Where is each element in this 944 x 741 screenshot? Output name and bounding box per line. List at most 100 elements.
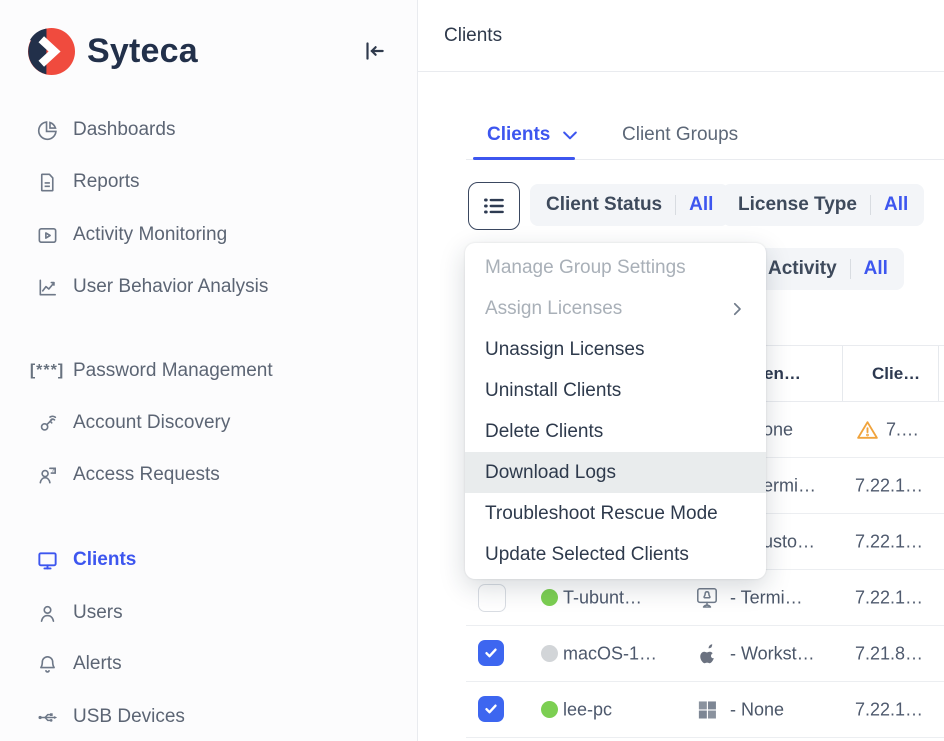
key-signal-icon [35, 411, 59, 435]
table-row[interactable]: macOS-1… - Workst… 7.21.8… [466, 626, 944, 682]
pie-chart-icon [35, 118, 59, 142]
filter-label: Activity [768, 258, 837, 280]
column-divider [842, 346, 843, 401]
sidebar-item-user-behavior-analysis[interactable]: User Behavior Analysis [35, 272, 268, 302]
client-version-cell: 7.22.1… [855, 587, 923, 608]
tab-label: Clients [487, 124, 550, 146]
syteca-logo-icon [28, 28, 75, 75]
filter-value: All [864, 258, 888, 280]
tab-label: Client Groups [622, 124, 738, 146]
usb-icon [35, 705, 59, 729]
sidebar-item-dashboards[interactable]: Dashboards [35, 115, 175, 145]
sidebar-item-users[interactable]: Users [35, 598, 123, 628]
filter-label: Client Status [546, 194, 662, 216]
windows-os-icon [694, 697, 720, 723]
list-menu-icon [481, 193, 507, 219]
filter-label: License Type [738, 194, 857, 216]
play-screen-icon [35, 223, 59, 247]
warning-icon [855, 417, 880, 442]
menu-item-unassign-licenses[interactable]: Unassign Licenses [465, 329, 766, 370]
sidebar-item-account-discovery[interactable]: Account Discovery [35, 408, 230, 438]
brand-logo: Syteca [28, 26, 198, 76]
document-icon [35, 170, 59, 194]
menu-item-update-selected-clients[interactable]: Update Selected Clients [465, 534, 766, 575]
chevron-down-icon [560, 125, 580, 145]
client-version-cell: 7.22.1… [855, 475, 923, 496]
sidebar-item-label: Reports [73, 171, 140, 193]
license-type-cell: - Workst… [730, 643, 815, 664]
client-version-cell: 7.… [855, 417, 919, 442]
license-type-cell: one [763, 419, 793, 440]
status-online-dot [541, 701, 558, 718]
apple-os-icon [694, 641, 720, 667]
sidebar-collapse-icon[interactable] [360, 38, 388, 66]
sidebar-item-label: Activity Monitoring [73, 224, 227, 246]
client-name-cell: lee-pc [563, 699, 612, 720]
syteca-console: Syteca Dashboards Reports [0, 0, 944, 741]
menu-item-manage-group-settings[interactable]: Manage Group Settings [465, 247, 766, 288]
row-checkbox[interactable] [478, 584, 506, 612]
filter-value: All [689, 194, 713, 216]
table-row[interactable]: lee-pc - None 7.22.1… [466, 682, 944, 738]
sidebar-item-password-management[interactable]: [***] Password Management [35, 356, 273, 386]
client-name-cell: T-ubunt… [563, 587, 642, 608]
client-version-cell: 7.22.1… [855, 531, 923, 552]
status-offline-dot [541, 645, 558, 662]
status-online-dot [541, 589, 558, 606]
menu-item-download-logs[interactable]: Download Logs [465, 452, 766, 493]
column-header-client-version[interactable]: Clie… [872, 364, 920, 384]
topbar: Clients [418, 0, 944, 72]
license-type-cell: ermi… [763, 475, 816, 496]
tab-client-groups[interactable]: Client Groups [622, 124, 738, 146]
column-header-license[interactable]: en… [764, 364, 801, 384]
sidebar-item-label: Access Requests [73, 464, 220, 486]
person-question-icon: ? [35, 463, 59, 487]
active-tab-underline [473, 157, 575, 160]
column-divider [938, 346, 939, 401]
monitor-icon [35, 548, 59, 572]
sidebar-item-label: Dashboards [73, 119, 175, 141]
bulk-actions-menu: Manage Group Settings Assign Licenses Un… [465, 243, 766, 579]
client-version-cell: 7.22.1… [855, 699, 923, 720]
trend-chart-icon [35, 275, 59, 299]
filter-divider [870, 195, 871, 215]
chevron-right-icon [728, 300, 746, 318]
svg-text:?: ? [51, 468, 54, 474]
row-checkbox[interactable] [478, 696, 504, 722]
filter-divider [675, 195, 676, 215]
linux-os-icon [694, 585, 720, 611]
menu-item-delete-clients[interactable]: Delete Clients [465, 411, 766, 452]
sidebar-item-label: Account Discovery [73, 412, 230, 434]
license-type-cell: - None [730, 699, 784, 720]
sidebar-item-label: Clients [73, 549, 136, 571]
client-name-cell: macOS-1… [563, 643, 657, 664]
sidebar-item-label: USB Devices [73, 706, 185, 728]
sidebar-item-usb-devices[interactable]: USB Devices [35, 702, 185, 732]
bell-icon [35, 652, 59, 676]
sidebar-item-label: User Behavior Analysis [73, 276, 268, 298]
sidebar-item-reports[interactable]: Reports [35, 167, 140, 197]
sidebar-item-label: Users [73, 602, 123, 624]
sidebar-item-alerts[interactable]: Alerts [35, 649, 122, 679]
person-icon [35, 601, 59, 625]
brand-name: Syteca [87, 32, 198, 71]
row-checkbox[interactable] [478, 640, 504, 666]
sidebar-item-activity-monitoring[interactable]: Activity Monitoring [35, 220, 227, 250]
password-brackets-icon: [***] [35, 359, 59, 383]
bulk-actions-menu-button[interactable] [468, 182, 520, 230]
menu-item-assign-licenses[interactable]: Assign Licenses [465, 288, 766, 329]
sidebar-item-label: Alerts [73, 653, 122, 675]
sidebar-item-access-requests[interactable]: ? Access Requests [35, 460, 220, 490]
license-type-cell: - Termi… [730, 587, 803, 608]
sidebar-item-clients[interactable]: Clients [35, 545, 136, 575]
page-title: Clients [444, 25, 502, 47]
sidebar: Syteca Dashboards Reports [0, 0, 418, 741]
filter-client-status[interactable]: Client Status All [530, 184, 729, 226]
filter-divider [850, 259, 851, 279]
filter-license-type[interactable]: License Type All [722, 184, 924, 226]
menu-item-uninstall-clients[interactable]: Uninstall Clients [465, 370, 766, 411]
tab-clients[interactable]: Clients [487, 124, 580, 146]
filter-value: All [884, 194, 908, 216]
menu-item-troubleshoot-rescue-mode[interactable]: Troubleshoot Rescue Mode [465, 493, 766, 534]
client-version-cell: 7.21.8… [855, 643, 923, 664]
